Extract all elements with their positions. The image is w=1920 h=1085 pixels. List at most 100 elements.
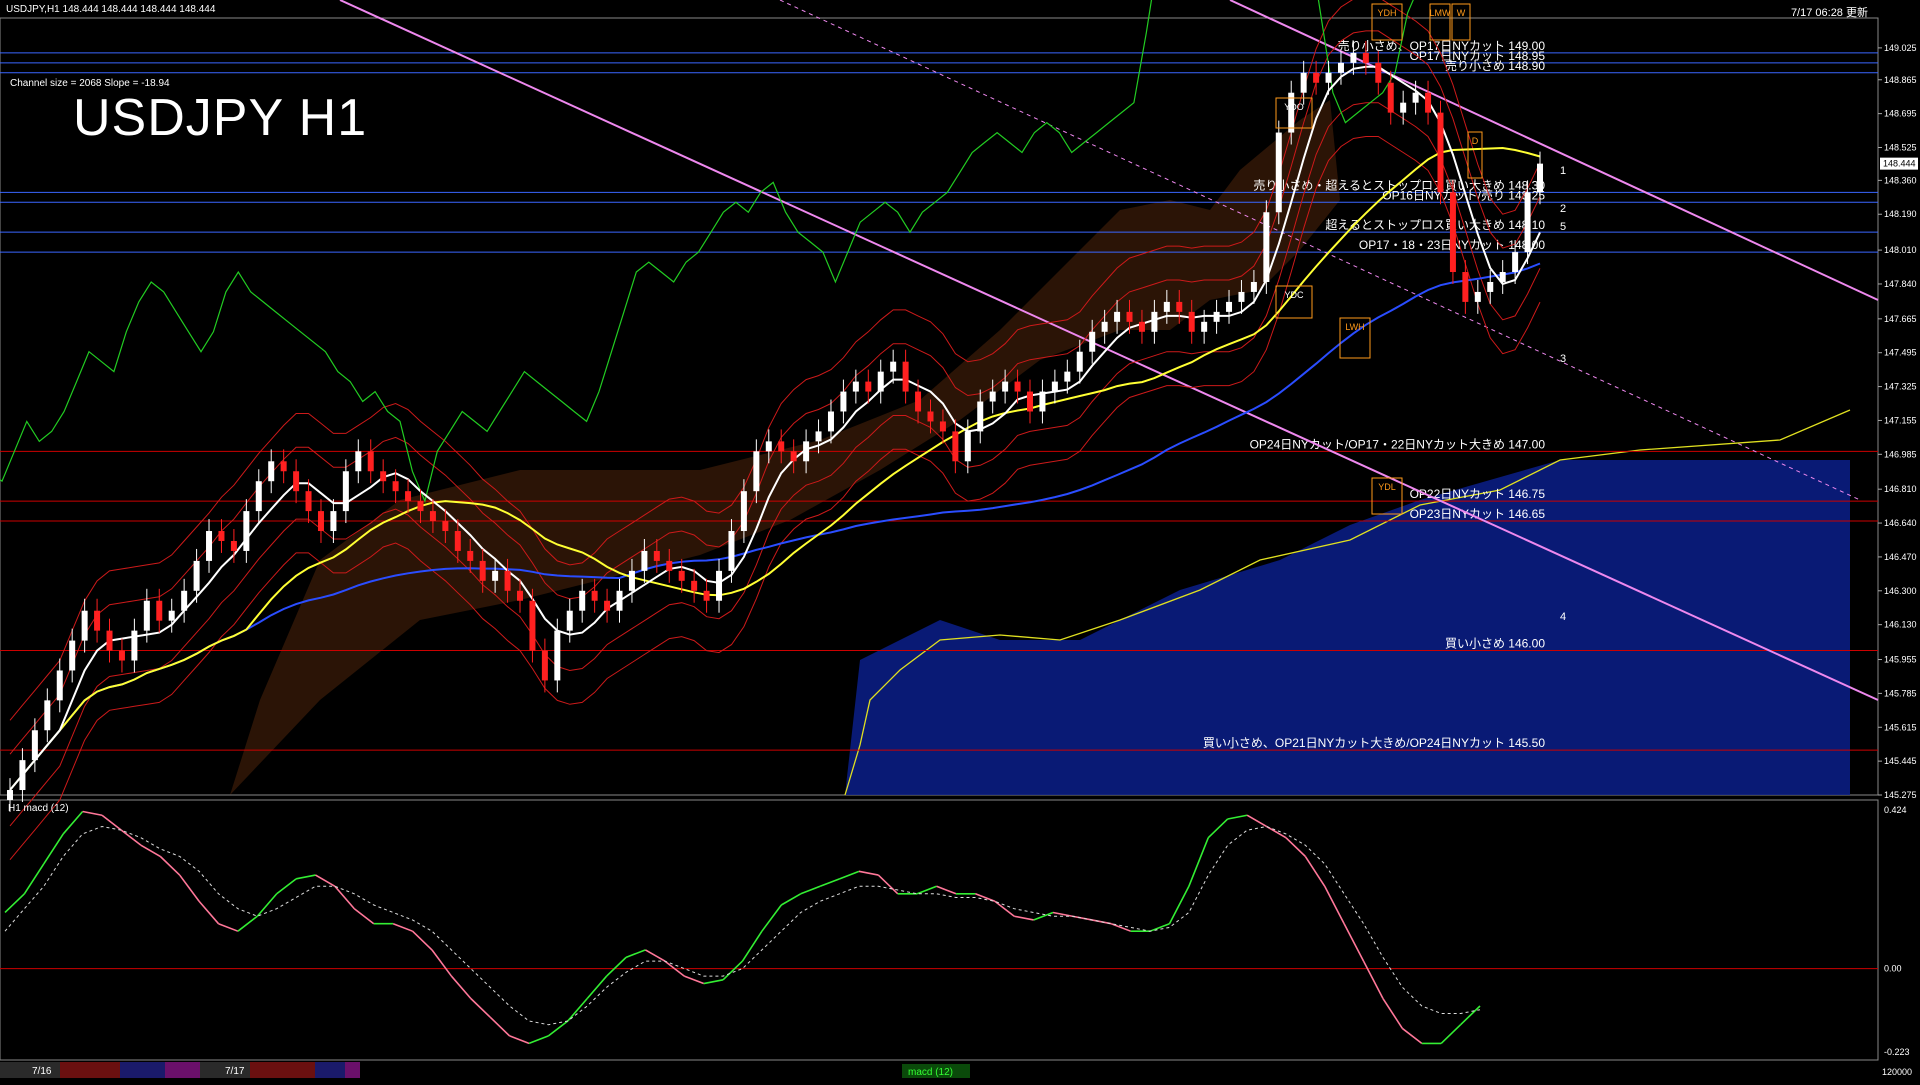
macd-segment xyxy=(1014,915,1034,921)
candle-body xyxy=(1089,331,1096,352)
candle-body xyxy=(616,590,623,611)
macd-segment xyxy=(645,949,666,962)
macd-axis-label: -0.223 xyxy=(1884,1047,1910,1057)
price-axis-label: 149.025 xyxy=(1884,43,1917,53)
candle-body xyxy=(69,640,76,671)
macd-segment xyxy=(43,833,64,865)
candle-body xyxy=(1474,291,1481,302)
macd-panel-frame xyxy=(0,799,1879,1061)
candle-body xyxy=(529,600,536,651)
target-label: 4 xyxy=(1560,611,1566,623)
macd-signal-line xyxy=(4,825,1481,1026)
candle-body xyxy=(19,760,26,791)
candle-body xyxy=(728,531,735,571)
candle-body xyxy=(31,730,38,761)
macd-segment xyxy=(101,814,122,831)
candle-body xyxy=(1449,192,1456,273)
candle-body xyxy=(890,361,897,372)
candle-body xyxy=(317,511,324,532)
candle-body xyxy=(342,471,349,512)
macd-segment xyxy=(780,893,802,906)
candle-body xyxy=(1400,102,1407,113)
candle-body xyxy=(94,610,101,631)
price-axis-label: 147.665 xyxy=(1884,314,1917,324)
chart-canvas[interactable]: 149.025 148.865 148.695 148.525 148.360 148.1… xyxy=(0,0,1920,1080)
candle-body xyxy=(1288,92,1295,133)
candle-body xyxy=(591,590,598,601)
macd-segment xyxy=(936,885,957,895)
macd-segment xyxy=(606,956,627,977)
candle-body xyxy=(803,441,810,462)
price-level-label: 買い小さめ、OP21日NYカット大きめ/OP24日NYカット 145.50 xyxy=(1203,736,1545,750)
price-axis-label: 148.865 xyxy=(1884,75,1917,85)
candle-body xyxy=(790,451,797,462)
candle-body xyxy=(181,590,188,611)
candle-body xyxy=(143,600,150,631)
macd-segment xyxy=(703,979,724,985)
candle-body xyxy=(964,431,971,462)
marker-box-label: YDO xyxy=(1284,102,1304,112)
macd-segment xyxy=(858,870,879,876)
marker-box-label: LMW xyxy=(1430,8,1452,18)
candle-body xyxy=(604,600,611,611)
candle-body xyxy=(877,371,884,392)
macd-segment xyxy=(431,949,453,977)
macd-segment xyxy=(1052,911,1073,918)
timebar-segment xyxy=(120,1062,165,1078)
candle-body xyxy=(740,491,747,532)
macd-segment xyxy=(509,1035,530,1045)
target-label: 5 xyxy=(1560,221,1566,233)
price-axis-label: 145.615 xyxy=(1884,722,1917,732)
price-level-label: OP23日NYカット 146.65 xyxy=(1410,507,1546,521)
candle-body xyxy=(1226,301,1233,312)
indicator-tag: macd (12) xyxy=(908,1067,953,1078)
candle-body xyxy=(952,431,959,462)
candle-body xyxy=(243,511,250,551)
price-axis-label: 148.695 xyxy=(1884,109,1917,119)
macd-segment xyxy=(741,930,763,962)
target-label: 1 xyxy=(1560,165,1566,177)
marker-box-label: D xyxy=(1472,136,1479,146)
candle-body xyxy=(865,381,872,392)
candle-body xyxy=(1325,72,1332,83)
macd-segment xyxy=(1168,885,1190,925)
price-axis-label: 146.985 xyxy=(1884,449,1917,459)
macd-segment xyxy=(722,960,744,981)
candle-body xyxy=(691,580,698,591)
candle-body xyxy=(193,560,200,591)
macd-segment xyxy=(62,810,84,835)
macd-segment xyxy=(761,904,782,932)
candle-body xyxy=(1002,381,1009,392)
macd-segment xyxy=(683,975,704,985)
candle-body xyxy=(1051,381,1058,392)
candle-body xyxy=(1213,311,1220,322)
candle-body xyxy=(1275,132,1282,213)
candle-body xyxy=(827,411,834,432)
macd-segment xyxy=(120,829,142,846)
chart-window[interactable]: 149.025 148.865 148.695 148.525 148.360 148.1… xyxy=(0,0,1920,1080)
channel-line-lower xyxy=(339,0,1879,701)
macd-segment xyxy=(1188,837,1210,887)
candle-body xyxy=(454,531,461,551)
candle-body xyxy=(255,481,262,512)
price-axis-label: 146.300 xyxy=(1884,586,1917,596)
macd-segment xyxy=(470,997,491,1018)
candle-body xyxy=(1039,391,1046,412)
macd-segment xyxy=(1266,825,1287,839)
macd-axis-label: 0.00 xyxy=(1884,964,1902,974)
candle-body xyxy=(504,570,511,591)
macd-segment xyxy=(800,885,821,895)
candle-body xyxy=(541,650,548,681)
candle-body xyxy=(1537,163,1543,193)
macd-segment xyxy=(1149,922,1170,932)
candle-body xyxy=(566,610,573,631)
candle-body xyxy=(330,511,337,532)
candle-body xyxy=(1027,391,1033,412)
macd-segment xyxy=(975,893,996,903)
macd-segment xyxy=(392,922,413,932)
candle-body xyxy=(230,540,237,551)
macd-segment xyxy=(994,900,1015,917)
candle-body xyxy=(653,550,660,561)
macd-segment xyxy=(1033,911,1054,921)
macd-segment xyxy=(877,874,899,895)
